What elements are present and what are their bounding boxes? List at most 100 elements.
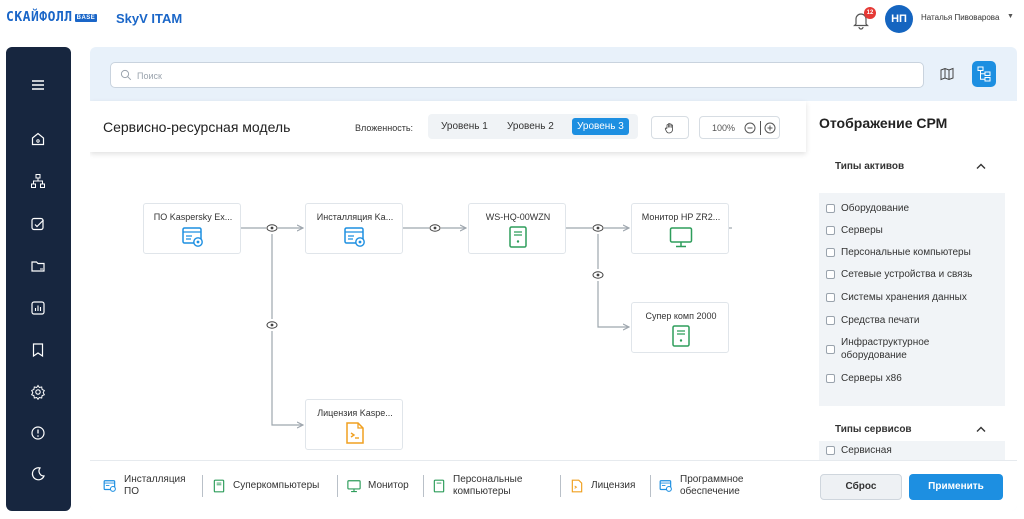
- legend-item: Персональные компьютеры: [432, 471, 522, 501]
- structure-icon[interactable]: [28, 171, 48, 191]
- legend-divider: [650, 475, 651, 497]
- monitor-icon: [669, 227, 693, 248]
- monitor-icon: [347, 480, 361, 493]
- checkbox-label: Системы хранения данных: [841, 292, 967, 303]
- graph-node[interactable]: ПО Kaspersky Ex...: [143, 203, 241, 254]
- supercomputer-icon: [509, 226, 527, 248]
- checkbox-infrastructure[interactable]: Инфраструктурное оборудование: [826, 336, 929, 362]
- chevron-up-icon[interactable]: [976, 162, 986, 170]
- pan-tool-button[interactable]: [651, 116, 689, 139]
- checkbox[interactable]: [826, 316, 835, 325]
- node-label: Супер комп 2000: [645, 311, 717, 321]
- canvas-panel: Сервисно-ресурсная модель Вложенность: У…: [90, 101, 806, 511]
- legend: Инсталляция ПО Суперкомпьютеры Монитор П…: [90, 460, 806, 511]
- legend-divider: [202, 475, 203, 497]
- nesting-label: Вложенность:: [355, 123, 414, 133]
- chevron-up-icon[interactable]: [976, 425, 986, 433]
- legend-divider: [423, 475, 424, 497]
- license-icon: [571, 479, 583, 493]
- moon-icon[interactable]: [28, 464, 48, 484]
- avatar[interactable]: НП: [885, 5, 913, 33]
- tab-level-1[interactable]: Уровень 1: [436, 118, 493, 135]
- legend-label: Персональные компьютеры: [453, 474, 523, 497]
- hand-icon: [664, 122, 673, 133]
- tab-level-2[interactable]: Уровень 2: [502, 118, 559, 135]
- eye-icon[interactable]: [429, 222, 441, 234]
- legend-label: Инсталляция ПО: [124, 474, 186, 497]
- zoom-in-icon[interactable]: [764, 122, 776, 134]
- settings-icon[interactable]: [28, 382, 48, 402]
- checkbox[interactable]: [826, 248, 835, 257]
- home-icon[interactable]: [28, 129, 48, 149]
- checkbox[interactable]: [826, 226, 835, 235]
- folder-icon[interactable]: [28, 256, 48, 276]
- eye-icon[interactable]: [266, 222, 278, 234]
- checkbox[interactable]: [826, 270, 835, 279]
- asset-types-header[interactable]: Типы активов: [819, 148, 1005, 186]
- checkbox-servers-x86[interactable]: Серверы x86: [826, 372, 902, 385]
- legend-label: Лицензия: [591, 480, 636, 491]
- installation-icon: [103, 480, 116, 492]
- checkbox-label: Оборудование: [841, 203, 910, 214]
- sidebar: [6, 47, 71, 511]
- section-label: Типы активов: [835, 161, 905, 172]
- checkbox[interactable]: [826, 204, 835, 213]
- search-input[interactable]: [137, 67, 907, 84]
- legend-label: Программное обеспечение: [680, 474, 744, 497]
- graph-node[interactable]: Монитор HP ZR2...: [631, 203, 729, 254]
- logo-text: СКАЙФОЛЛ: [6, 10, 73, 25]
- apply-button[interactable]: Применить: [909, 474, 1003, 500]
- graph-node[interactable]: WS-HQ-00WZN: [468, 203, 566, 254]
- top-bar: СКАЙФОЛЛ BASE SkyV ITAM 12 НП Наталья Пи…: [0, 0, 1024, 38]
- checkbox[interactable]: [826, 293, 835, 302]
- checkbox[interactable]: [826, 374, 835, 383]
- node-label: Инсталляция Ka...: [316, 212, 394, 222]
- checkbox-storage[interactable]: Системы хранения данных: [826, 291, 967, 304]
- checkbox-servers[interactable]: Серверы: [826, 224, 883, 237]
- canvas-header: Сервисно-ресурсная модель Вложенность: У…: [90, 101, 806, 152]
- section-label: Типы сервисов: [835, 424, 912, 435]
- tree-view-button[interactable]: [972, 61, 996, 87]
- checkbox-service[interactable]: Сервисная: [826, 444, 892, 457]
- reset-button[interactable]: Сброс: [820, 474, 902, 500]
- eye-icon[interactable]: [592, 269, 604, 281]
- graph-node[interactable]: Лицензия Kaspe...: [305, 399, 403, 450]
- checkbox-pcs[interactable]: Персональные компьютеры: [826, 246, 971, 259]
- report-icon[interactable]: [28, 298, 48, 318]
- logo[interactable]: СКАЙФОЛЛ BASE: [6, 10, 98, 25]
- checkbox[interactable]: [826, 344, 835, 354]
- chevron-down-icon[interactable]: ▼: [1007, 13, 1014, 20]
- checkbox-network[interactable]: Сетевые устройства и связь: [826, 268, 972, 281]
- node-label: WS-HQ-00WZN: [485, 212, 551, 222]
- user-name[interactable]: Наталья Пивоварова: [921, 13, 999, 22]
- search-icon: [120, 69, 132, 81]
- bookmark-icon[interactable]: [28, 340, 48, 360]
- logo-badge: BASE: [74, 13, 98, 22]
- menu-icon[interactable]: [28, 75, 48, 95]
- legend-divider: [560, 475, 561, 497]
- checkbox-label: Серверы x86: [841, 373, 902, 384]
- panel-footer: Сброс Применить: [806, 460, 1017, 511]
- zoom-out-icon[interactable]: [744, 122, 756, 134]
- eye-icon[interactable]: [592, 222, 604, 234]
- tab-level-3[interactable]: Уровень 3: [572, 118, 629, 135]
- checkbox-printing[interactable]: Средства печати: [826, 314, 919, 327]
- checkbox-equipment[interactable]: Оборудование: [826, 202, 909, 215]
- legend-item: Программное обеспечение: [659, 471, 743, 501]
- checklist-icon[interactable]: [28, 214, 48, 234]
- checkbox-label: Инфраструктурное оборудование: [841, 337, 930, 361]
- notifications-button[interactable]: 12: [851, 7, 876, 30]
- graph-node[interactable]: Инсталляция Ka...: [305, 203, 403, 254]
- checkbox-label: Персональные компьютеры: [841, 247, 971, 258]
- checkbox[interactable]: [826, 446, 835, 455]
- page-title: Сервисно-ресурсная модель: [103, 119, 291, 135]
- graph-canvas[interactable]: ПО Kaspersky Ex... Инсталляция Ka... WS-…: [90, 152, 806, 460]
- software-icon: [659, 480, 672, 492]
- checkbox-label: Сервисная: [841, 445, 892, 456]
- graph-node[interactable]: Супер комп 2000: [631, 302, 729, 353]
- info-icon[interactable]: [28, 423, 48, 443]
- software-icon: [182, 227, 203, 247]
- map-view-button[interactable]: [936, 63, 958, 85]
- eye-icon[interactable]: [266, 319, 278, 331]
- crm-display-panel: Отображение СРМ Типы активов Оборудовани…: [806, 101, 1017, 511]
